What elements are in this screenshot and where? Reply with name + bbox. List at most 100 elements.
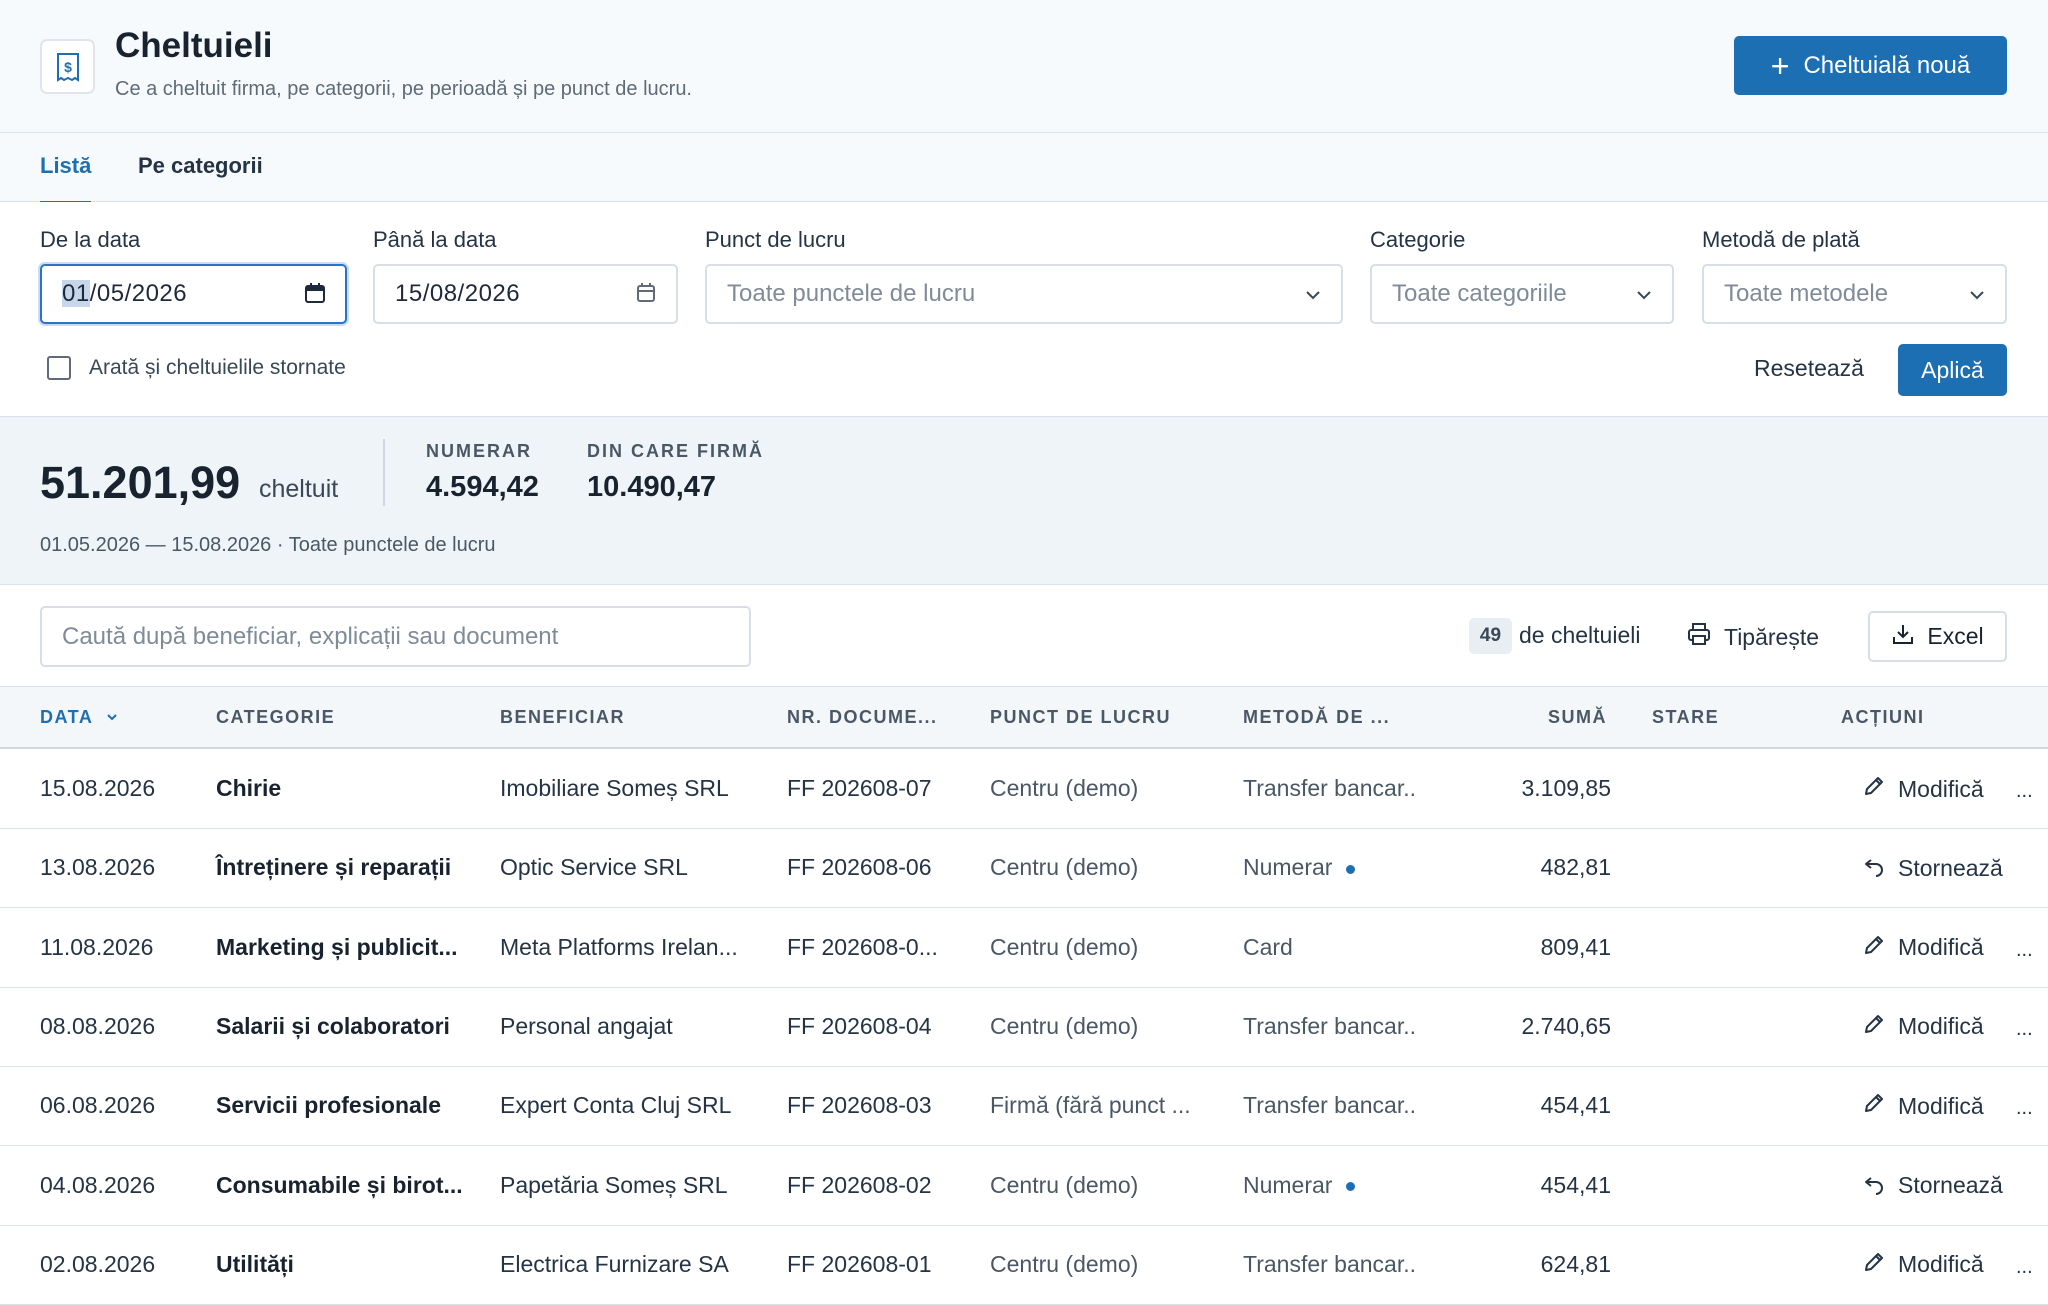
cell-date: 15.08.2026 [40, 775, 156, 801]
receipt-dollar-icon: $ [40, 39, 95, 94]
total-amount: 51.201,99 [40, 457, 241, 508]
location-placeholder: Toate punctele de lucru [727, 280, 976, 307]
cell-category: Marketing și publicit... [216, 933, 458, 960]
table-row[interactable]: 13.08.2026 Întreținere și reparații Optic … [0, 829, 2048, 909]
cash-value: 4.594,42 [426, 471, 539, 503]
column-header-method[interactable]: METODĂ DE ... [1243, 707, 1390, 728]
to-date-input[interactable]: 15/08/2026 [373, 264, 678, 324]
cell-beneficiary: Expert Conta Cluj SRL [500, 1092, 732, 1119]
more-actions-button[interactable]: ... [2016, 1256, 2033, 1279]
more-actions-button[interactable]: ... [2016, 939, 2033, 962]
edit-button[interactable]: Modifică [1862, 1091, 1984, 1121]
table-row[interactable]: 08.08.2026 Salarii și colaboratori Persona… [0, 987, 2048, 1067]
cell-location: Centru (demo) [990, 1012, 1139, 1039]
column-header-actions: ACȚIUNI [1841, 707, 1925, 727]
edit-button[interactable]: Modifică [1862, 1250, 1984, 1280]
filter-panel: De la data 01/05/2026 Până la data 15/08… [0, 202, 2048, 417]
table-row[interactable]: 15.08.2026 Chirie Imobiliare Someș SRL FF 2… [0, 750, 2048, 829]
cell-date: 08.08.2026 [40, 1012, 156, 1039]
reverse-button[interactable]: Stornează [1862, 1171, 2003, 1201]
calendar-icon[interactable] [303, 281, 327, 312]
show-reversed-checkbox[interactable] [47, 356, 71, 380]
method-select[interactable]: Toate metodele [1702, 264, 2007, 324]
cell-location: Centru (demo) [990, 1171, 1139, 1198]
cell-amount: 482,81 [1540, 854, 1611, 881]
excel-export-button[interactable]: Excel [1868, 611, 2007, 662]
edit-button[interactable]: Modifică [1862, 1012, 1984, 1042]
table-row[interactable]: 04.08.2026 Consumabile și birot... Papetăr… [0, 1146, 2048, 1226]
location-label: Punct de lucru [705, 227, 846, 252]
cash-dot-icon [1346, 864, 1356, 874]
cell-date: 13.08.2026 [40, 854, 156, 881]
from-date-day: 01 [62, 280, 90, 307]
column-header-location[interactable]: PUNCT DE LUCRU [990, 707, 1171, 728]
more-actions-button[interactable]: ... [2016, 780, 2033, 803]
search-input[interactable]: Caută după beneficiar, explicații sau do… [40, 606, 751, 667]
method-placeholder: Toate metodele [1724, 280, 1889, 307]
page-title: Cheltuieli [115, 26, 273, 65]
summary-panel: 51.201,99 cheltuit NUMERAR 4.594,42 DIN … [0, 417, 2048, 585]
pencil-icon [1862, 1012, 1886, 1042]
reverse-button[interactable]: Stornează [1862, 853, 2003, 883]
calendar-icon[interactable] [634, 281, 658, 312]
cell-amount: 454,41 [1540, 1092, 1611, 1119]
cell-document: FF 202608-06 [787, 854, 932, 881]
cell-date: 02.08.2026 [40, 1250, 156, 1277]
more-actions-button[interactable]: ... [2016, 1018, 2033, 1041]
column-header-beneficiary[interactable]: BENEFICIAR [500, 707, 625, 728]
table-row[interactable]: 06.08.2026 Servicii profesionale Expert Co… [0, 1067, 2048, 1147]
cell-category: Salarii și colaboratori [216, 1012, 450, 1039]
column-header-document[interactable]: NR. DOCUME... [787, 707, 938, 728]
table-row[interactable]: 11.08.2026 Marketing și publicit... Meta P… [0, 908, 2048, 988]
cash-label: NUMERAR [426, 441, 532, 461]
cell-amount: 624,81 [1540, 1250, 1611, 1277]
table-header: DATA CATEGORIE BENEFICIAR NR. DOCUME... … [0, 687, 2048, 749]
cell-category: Utilități [216, 1250, 294, 1277]
date-range-text: 01.05.2026 — 15.08.2026 · Toate punctele… [40, 534, 496, 556]
from-date-rest: /05/2026 [89, 280, 188, 307]
column-header-status[interactable]: STARE [1652, 707, 1719, 728]
cash-dot-icon [1346, 1181, 1356, 1191]
cell-category: Chirie [216, 775, 282, 801]
cell-beneficiary: Imobiliare Someș SRL [500, 775, 729, 801]
cell-beneficiary: Papetăria Someș SRL [500, 1171, 728, 1198]
edit-button[interactable]: Modifică [1862, 774, 1984, 804]
cell-method: Numerar [1243, 854, 1356, 881]
column-header-date[interactable]: DATA [40, 707, 119, 729]
cell-amount: 454,41 [1540, 1171, 1611, 1198]
new-expense-button[interactable]: + Cheltuială nouă [1734, 36, 2007, 95]
cell-method: Transfer bancar.. [1243, 1250, 1417, 1277]
column-header-amount[interactable]: SUMĂ [1548, 707, 1607, 728]
reset-button[interactable]: Resetează [1754, 355, 1864, 382]
from-date-input[interactable]: 01/05/2026 [40, 264, 347, 324]
category-select[interactable]: Toate categoriile [1370, 264, 1674, 324]
cell-document: FF 202608-04 [787, 1012, 932, 1039]
cell-category: Consumabile și birot... [216, 1171, 463, 1198]
category-placeholder: Toate categoriile [1392, 280, 1567, 307]
pencil-icon [1862, 774, 1886, 804]
cell-date: 11.08.2026 [40, 933, 154, 960]
table-row[interactable]: 02.08.2026 Utilități Electrica Furnizare S… [0, 1225, 2048, 1305]
tab-list[interactable]: Listă [40, 153, 92, 204]
cell-beneficiary: Meta Platforms Irelan... [500, 933, 738, 960]
summary-divider [383, 439, 385, 506]
pencil-icon [1862, 1250, 1886, 1280]
cell-beneficiary: Electrica Furnizare SA [500, 1250, 729, 1277]
apply-button[interactable]: Aplică [1898, 344, 2007, 396]
column-header-category[interactable]: CATEGORIE [216, 707, 335, 728]
cell-location: Centru (demo) [990, 854, 1139, 881]
cell-method: Card [1243, 933, 1293, 960]
tab-by-category[interactable]: Pe categorii [138, 153, 263, 179]
to-date-value: 15/08/2026 [395, 280, 521, 307]
cell-category: Întreținere și reparații [216, 854, 452, 881]
edit-button[interactable]: Modifică [1862, 933, 1984, 963]
download-icon [1891, 622, 1915, 652]
to-date-label: Până la data [373, 227, 497, 252]
print-button[interactable]: Tipărește [1686, 621, 1819, 653]
location-select[interactable]: Toate punctele de lucru [705, 264, 1343, 324]
undo-icon [1862, 853, 1886, 883]
page-subtitle: Ce a cheltuit firma, pe categorii, pe pe… [115, 78, 692, 100]
cell-location: Firmă (fără punct ... [990, 1092, 1191, 1119]
more-actions-button[interactable]: ... [2016, 1097, 2033, 1120]
printer-icon [1686, 621, 1712, 653]
